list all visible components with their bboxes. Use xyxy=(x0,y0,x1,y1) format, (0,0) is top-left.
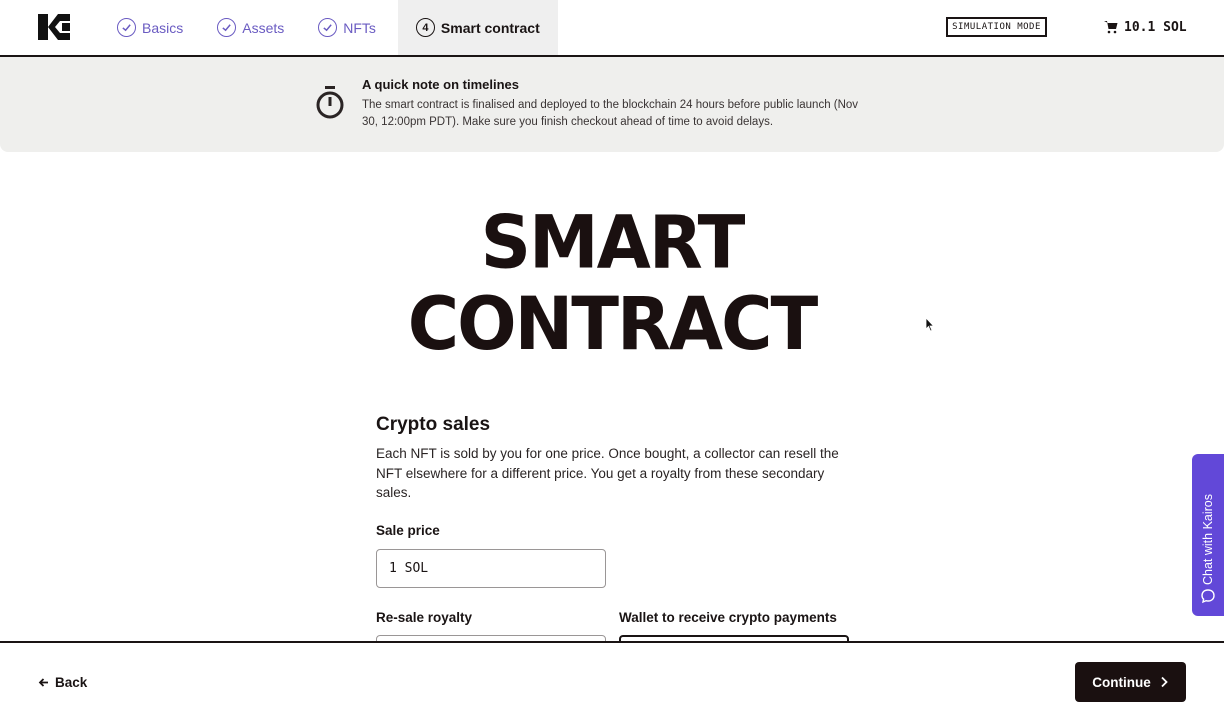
check-circle-icon xyxy=(217,18,237,37)
cart-button[interactable]: 10.1 SOL xyxy=(1104,17,1187,37)
notice-body: The smart contract is finalised and depl… xyxy=(362,99,859,128)
notice-title: A quick note on timelines xyxy=(362,77,519,92)
stepper: Basics Assets NFTs 4 Smart contract xyxy=(105,0,568,55)
timeline-notice: A quick note on timelines The smart cont… xyxy=(0,57,1224,152)
page-title-line: SMART xyxy=(480,199,746,286)
royalty-label: Re-sale royalty xyxy=(376,610,473,625)
step-label: Assets xyxy=(242,19,285,36)
page: Basics Assets NFTs 4 Smart contract SIMU… xyxy=(0,0,1224,720)
step-nfts[interactable]: NFTs xyxy=(306,0,388,55)
cart-total: 10.1 SOL xyxy=(1124,19,1187,35)
step-label: Basics xyxy=(142,19,184,36)
top-nav: Basics Assets NFTs 4 Smart contract SIMU… xyxy=(0,0,1224,57)
page-title-line: CONTRACT xyxy=(407,280,818,367)
step-label: NFTs xyxy=(343,19,376,36)
step-number-badge: 4 xyxy=(415,18,435,37)
chat-bubble-icon xyxy=(1201,589,1215,604)
back-label: Back xyxy=(55,675,88,690)
wallet-label: Wallet to receive crypto payments xyxy=(619,610,837,625)
step-label: Smart contract xyxy=(440,19,540,36)
mouse-cursor-icon xyxy=(925,317,935,332)
chat-label: Chat with Kairos xyxy=(1201,493,1215,585)
arrow-left-icon xyxy=(38,678,48,687)
step-assets[interactable]: Assets xyxy=(205,0,296,55)
stopwatch-icon xyxy=(316,86,344,119)
step-smart-contract[interactable]: 4 Smart contract xyxy=(397,0,558,55)
sale-price-label: Sale price xyxy=(376,523,440,538)
check-circle-icon xyxy=(318,18,338,37)
cart-icon xyxy=(1104,21,1118,34)
step-basics[interactable]: Basics xyxy=(105,0,195,55)
section-description: Each NFT is sold by you for one price. O… xyxy=(376,446,839,500)
check-circle-icon xyxy=(117,18,136,37)
chevron-right-icon xyxy=(1161,676,1168,688)
brand-logo[interactable] xyxy=(38,14,70,40)
section-title: Crypto sales xyxy=(376,414,491,435)
continue-label: Continue xyxy=(1092,674,1151,690)
page-title: SMART CONTRACT xyxy=(0,201,1224,365)
footer-bar: Back Continue xyxy=(0,641,1224,720)
continue-button[interactable]: Continue xyxy=(1075,662,1186,702)
sale-price-input[interactable]: 1 SOL xyxy=(376,549,606,588)
simulation-mode-badge: SIMULATION MODE xyxy=(946,17,1047,37)
back-button[interactable]: Back xyxy=(38,675,87,690)
